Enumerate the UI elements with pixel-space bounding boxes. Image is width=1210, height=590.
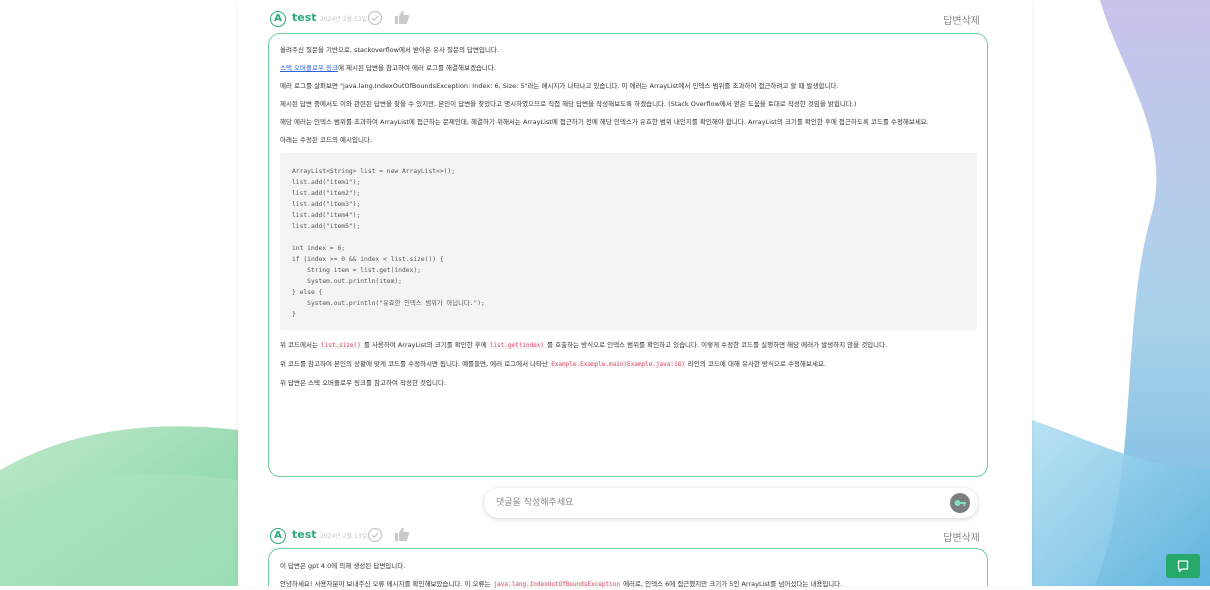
- inline-code: java.lang.IndexOutOfBoundsException: [492, 581, 621, 588]
- author-name: test: [292, 528, 317, 541]
- check-circle-icon[interactable]: [367, 527, 383, 543]
- inline-code: Example.Example.main(Example.java:18): [550, 361, 686, 368]
- comment-submit-button[interactable]: [950, 493, 970, 513]
- answer-paragraph: 올려주신 질문을 기반으로, stackoverflow에서 받아온 유사 질문…: [280, 46, 499, 54]
- code-line: }: [292, 311, 296, 318]
- text-segment: 를 사용하여 ArrayList의 크기를 확인한 후에: [361, 341, 489, 349]
- answer-paragraph: 스택 오버플로우 링크에 제시된 답변을 참고하여 에러 로그를 해결해보겠습니…: [280, 63, 977, 73]
- text-segment: 위 코드에서는: [280, 341, 321, 349]
- comment-bar: [484, 488, 978, 518]
- chat-button[interactable]: [1166, 554, 1200, 578]
- answer-paragraph: 위 코드에서는 list.size() 를 사용하여 ArrayList의 크기…: [280, 340, 977, 351]
- answer-paragraph: 위 답변은 스택 오버플로우 링크를 참고하여 작성한 것입니다.: [280, 379, 447, 387]
- text-segment: 에러로, 인덱스 6에 접근했지만 크기가 5인 ArrayList를 넘어섰다…: [621, 580, 843, 588]
- check-circle-icon[interactable]: [367, 10, 383, 26]
- text-segment: 안녕하세요! 사용자분이 보내주신 오류 메시지를 확인해보았습니다. 이 오류…: [280, 580, 493, 588]
- delete-answer-button[interactable]: 답변삭제: [943, 529, 980, 544]
- code-line: list.add("item5");: [292, 223, 361, 230]
- code-line: System.out.println(item);: [292, 278, 402, 285]
- chat-icon: [1177, 560, 1189, 573]
- key-icon: [954, 500, 966, 506]
- link-suffix-text: 에 제시된 답변을 참고하여 에러 로그를 해결해보겠습니다.: [337, 64, 496, 72]
- answer-card: 올려주신 질문을 기반으로, stackoverflow에서 받아온 유사 질문…: [268, 33, 988, 477]
- answer-paragraph: 해당 에러는 인덱스 범위를 초과하여 ArrayList에 접근하는 문제인데…: [280, 118, 929, 126]
- answer-paragraph: 안녕하세요! 사용자분이 보내주신 오류 메시지를 확인해보았습니다. 이 오류…: [280, 579, 977, 590]
- answer-paragraph: 위 코드를 참고하여 본인의 상황에 맞게 코드를 수정하시면 됩니다. 예를들…: [280, 359, 977, 370]
- inline-code: list.get(index): [488, 342, 546, 349]
- code-line: System.out.println("유효한 인덱스 범위가 아닙니다.");: [292, 300, 485, 307]
- answer-card: 이 답변은 gpt 4.0에 의해 생성된 답변입니다. 안녕하세요! 사용자분…: [268, 548, 988, 588]
- answer-paragraph: 이 답변은 gpt 4.0에 의해 생성된 답변입니다.: [280, 562, 406, 570]
- thumbs-up-icon[interactable]: [394, 9, 410, 25]
- answer-paragraph: 에러 로그를 살펴보면 "java.lang.IndexOutOfBoundsE…: [280, 82, 839, 90]
- answer-paragraph: 아래는 수정된 코드의 예시입니다.: [280, 136, 372, 144]
- code-line: list.add("item4");: [292, 212, 361, 219]
- code-line: if (index >= 0 && index < list.size()) {: [292, 256, 444, 263]
- author-name: test: [292, 11, 317, 24]
- avatar-a-icon: A: [270, 528, 286, 544]
- answer-date: 2024년 2월 13일: [320, 533, 368, 540]
- answer-header: A test 2024년 2월 13일 답변삭제: [270, 9, 980, 31]
- thumbs-up-icon[interactable]: [394, 526, 410, 542]
- code-line: int index = 6;: [292, 245, 346, 252]
- text-segment: 라인의 코드에 대해 유사한 방식으로 수정해보세요.: [685, 360, 826, 368]
- code-line: ArrayList<String> list = new ArrayList<>…: [292, 168, 456, 175]
- code-line: } else {: [292, 289, 323, 296]
- stackoverflow-link[interactable]: 스택 오버플로우 링크: [280, 64, 338, 72]
- inline-code: list.size(): [320, 342, 362, 349]
- answer-paragraph: 제시된 답변 중에서도 이와 관련된 답변을 찾을 수 있지만, 본인이 답변을…: [280, 100, 857, 108]
- code-line: list.add("item2");: [292, 190, 361, 197]
- code-line: String item = list.get(index);: [292, 267, 421, 274]
- code-block: ArrayList<String> list = new ArrayList<>…: [280, 153, 977, 330]
- text-segment: 위 코드를 참고하여 본인의 상황에 맞게 코드를 수정하시면 됩니다. 예를들…: [280, 360, 551, 368]
- comment-input[interactable]: [484, 488, 944, 518]
- answer-date: 2024년 2월 13일: [320, 16, 368, 23]
- avatar-a-icon: A: [270, 11, 286, 27]
- delete-answer-button[interactable]: 답변삭제: [943, 12, 980, 27]
- code-line: list.add("item3");: [292, 201, 361, 208]
- code-line: list.add("item1");: [292, 179, 361, 186]
- text-segment: 를 호출하는 방식으로 인덱스 범위를 확인하고 있습니다. 이렇게 수정한 코…: [545, 341, 888, 349]
- answer-header: A test 2024년 2월 13일 답변삭제: [270, 526, 980, 548]
